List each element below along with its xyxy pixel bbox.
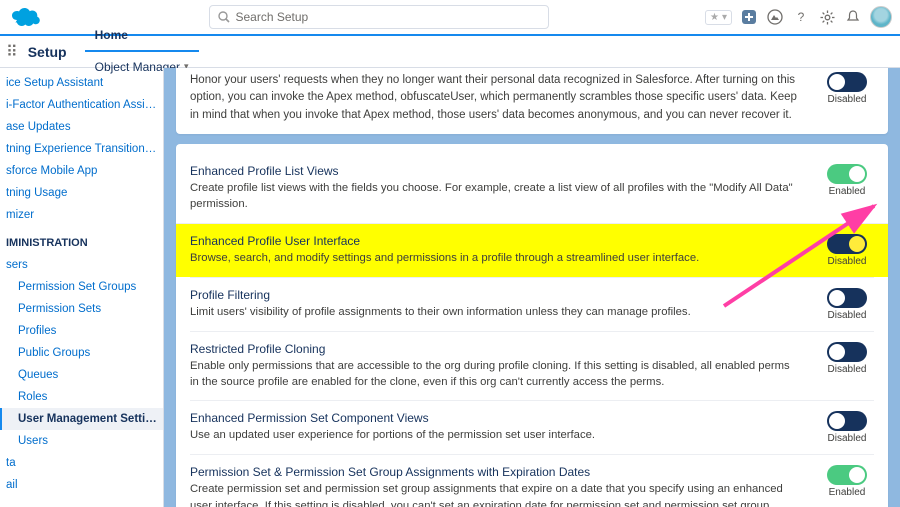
setting-row: Enhanced Permission Set Component Views U…	[190, 400, 874, 454]
app-name: Setup	[28, 44, 67, 60]
obfuscate-user-toggle-label: Disabled	[820, 94, 874, 105]
toggle-label: Disabled	[820, 364, 874, 375]
setting-desc: Create profile list views with the field…	[190, 180, 800, 213]
sidebar-item-users[interactable]: Users	[0, 430, 163, 452]
sidebar-item-sers[interactable]: sers	[0, 254, 163, 276]
user-management-settings-card: Enhanced Profile List Views Create profil…	[176, 144, 888, 507]
setting-title: Permission Set & Permission Set Group As…	[190, 465, 800, 479]
sidebar-item-permission-set-groups[interactable]: Permission Set Groups	[0, 276, 163, 298]
setting-text: Profile Filtering Limit users' visibility…	[190, 288, 820, 320]
sidebar-item-tning-experience-transition-stant[interactable]: tning Experience Transition stant	[0, 138, 163, 160]
top-partial-card: Honor your users' requests when they no …	[176, 68, 888, 134]
sidebar-item-tning-usage[interactable]: tning Usage	[0, 182, 163, 204]
sidebar-item-mizer[interactable]: mizer	[0, 204, 163, 226]
setting-title: Enhanced Profile List Views	[190, 164, 800, 178]
obfuscate-user-toggle[interactable]	[827, 72, 867, 92]
setting-row: Enhanced Profile List Views Create profil…	[190, 154, 874, 223]
context-bar: ⠿ Setup HomeObject Manager▾	[0, 36, 900, 68]
setting-row: Restricted Profile Cloning Enable only pe…	[190, 331, 874, 401]
setting-toggle-wrap: Disabled	[820, 342, 874, 375]
setting-text: Enhanced Profile User Interface Browse, s…	[190, 234, 820, 266]
setting-desc: Browse, search, and modify settings and …	[190, 250, 800, 266]
main-layout: ice Setup Assistanti-Factor Authenticati…	[0, 68, 900, 507]
chevron-down-icon: ▾	[722, 12, 727, 23]
setting-text: Permission Set & Permission Set Group As…	[190, 465, 820, 507]
sidebar-item-permission-sets[interactable]: Permission Sets	[0, 298, 163, 320]
gear-icon[interactable]	[818, 8, 836, 26]
setting-toggle-wrap: Disabled	[820, 288, 874, 321]
setup-sidebar: ice Setup Assistanti-Factor Authenticati…	[0, 68, 164, 507]
toggle[interactable]	[827, 234, 867, 254]
toggle-label: Disabled	[820, 310, 874, 321]
add-icon[interactable]	[740, 8, 758, 26]
sidebar-item-profiles[interactable]: Profiles	[0, 320, 163, 342]
sidebar-item-ice-setup-assistant[interactable]: ice Setup Assistant	[0, 72, 163, 94]
search-icon	[218, 11, 230, 23]
sidebar-item-tform-tools: TFORM TOOLS	[0, 502, 163, 507]
trailhead-icon[interactable]	[766, 8, 784, 26]
toggle-label: Disabled	[820, 256, 874, 267]
setting-toggle-wrap: Enabled	[820, 465, 874, 498]
sidebar-item-queues[interactable]: Queues	[0, 364, 163, 386]
obfuscate-user-toggle-wrap: Disabled	[820, 72, 874, 105]
header-utilities: ★ ▾ ?	[705, 6, 892, 28]
setting-desc: Use an updated user experience for porti…	[190, 427, 800, 443]
bell-icon[interactable]	[844, 8, 862, 26]
toggle-label: Enabled	[820, 186, 874, 197]
sidebar-item-i-factor-authentication-assistant[interactable]: i-Factor Authentication Assistant	[0, 94, 163, 116]
tab-home[interactable]: Home	[85, 20, 199, 52]
sidebar-item-ase-updates[interactable]: ase Updates	[0, 116, 163, 138]
setting-desc: Enable only permissions that are accessi…	[190, 358, 800, 391]
setting-toggle-wrap: Disabled	[820, 234, 874, 267]
salesforce-logo	[8, 5, 44, 29]
content-area: Honor your users' requests when they no …	[164, 68, 900, 507]
setting-desc: Limit users' visibility of profile assig…	[190, 304, 800, 320]
setting-text: Enhanced Profile List Views Create profil…	[190, 164, 820, 213]
app-launcher-icon[interactable]: ⠿	[6, 42, 18, 62]
sidebar-item-iministration: IMINISTRATION	[0, 232, 163, 254]
sidebar-item-public-groups[interactable]: Public Groups	[0, 342, 163, 364]
setting-title: Enhanced Profile User Interface	[190, 234, 800, 248]
avatar[interactable]	[870, 6, 892, 28]
setting-text: Enhanced Permission Set Component Views U…	[190, 411, 820, 443]
setting-title: Restricted Profile Cloning	[190, 342, 800, 356]
search-placeholder: Search Setup	[236, 10, 309, 24]
obfuscate-user-desc: Honor your users' requests when they no …	[190, 72, 820, 124]
global-search[interactable]: Search Setup	[209, 5, 549, 29]
setting-row: Profile Filtering Limit users' visibility…	[190, 277, 874, 331]
sidebar-item-user-management-settings[interactable]: User Management Settings	[0, 408, 163, 430]
setting-toggle-wrap: Enabled	[820, 164, 874, 197]
toggle[interactable]	[827, 411, 867, 431]
setting-toggle-wrap: Disabled	[820, 411, 874, 444]
toggle[interactable]	[827, 164, 867, 184]
toggle-label: Disabled	[820, 433, 874, 444]
toggle[interactable]	[827, 465, 867, 485]
toggle[interactable]	[827, 288, 867, 308]
sidebar-item-ta[interactable]: ta	[0, 452, 163, 474]
favorites-dropdown[interactable]: ★ ▾	[705, 10, 732, 25]
sidebar-item-roles[interactable]: Roles	[0, 386, 163, 408]
help-icon[interactable]: ?	[792, 8, 810, 26]
setting-row: Permission Set & Permission Set Group As…	[190, 454, 874, 507]
setting-title: Profile Filtering	[190, 288, 800, 302]
toggle-label: Enabled	[820, 487, 874, 498]
sidebar-item-ail[interactable]: ail	[0, 474, 163, 496]
setting-desc: Create permission set and permission set…	[190, 481, 800, 507]
sidebar-item-sforce-mobile-app[interactable]: sforce Mobile App	[0, 160, 163, 182]
setting-text: Restricted Profile Cloning Enable only pe…	[190, 342, 820, 391]
star-icon: ★	[710, 12, 719, 23]
setting-title: Enhanced Permission Set Component Views	[190, 411, 800, 425]
svg-text:?: ?	[798, 10, 805, 24]
toggle[interactable]	[827, 342, 867, 362]
setting-row: Enhanced Profile User Interface Browse, s…	[176, 223, 888, 277]
